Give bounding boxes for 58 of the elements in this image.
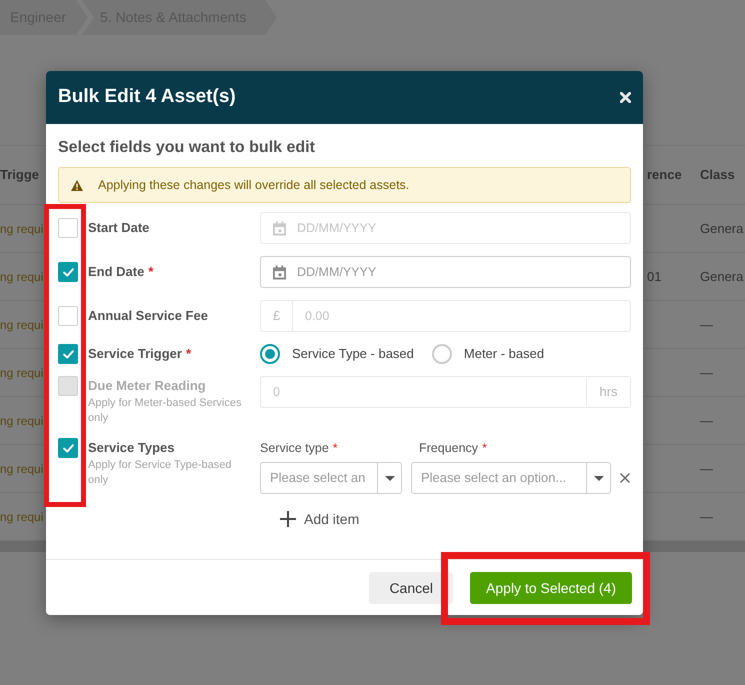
check-icon	[62, 268, 74, 276]
column-header: rence	[646, 167, 682, 182]
calendar-icon	[273, 264, 286, 280]
table-cell: —	[700, 508, 713, 524]
cancel-button[interactable]: Cancel	[369, 572, 454, 604]
table-cell: ng requi	[0, 366, 44, 380]
radio-button[interactable]	[260, 344, 280, 364]
column-label: Frequency *	[418, 440, 488, 457]
plus-icon	[280, 511, 296, 527]
table-cell: ng requi	[0, 222, 44, 236]
column-header: Trigge	[0, 167, 40, 182]
checkbox[interactable]	[58, 438, 78, 458]
field-label: Start Date	[88, 219, 150, 237]
close-icon[interactable]	[620, 473, 630, 483]
table-cell: —	[700, 460, 713, 476]
date-field[interactable]: DD/MM/YYYY	[260, 212, 631, 244]
field-label: Annual Service Fee	[88, 307, 209, 325]
checkbox[interactable]	[58, 344, 78, 364]
table-cell: 01	[647, 268, 662, 284]
dialog-title: Bulk Edit 4 Asset(s)	[58, 85, 236, 110]
table-cell: Genera	[700, 220, 744, 236]
table-cell: —	[700, 412, 713, 428]
check-icon	[62, 444, 74, 452]
table-cell: ng requi	[0, 510, 44, 524]
field-label: Service Trigger *	[88, 345, 192, 363]
checkbox[interactable]	[58, 262, 78, 282]
table-cell: —	[700, 316, 713, 332]
select-field[interactable]: Please select an option...	[411, 462, 611, 494]
radio-label[interactable]: Meter - based	[464, 344, 544, 364]
table-cell: —	[700, 364, 713, 380]
date-field[interactable]: DD/MM/YYYY	[260, 256, 631, 288]
currency-field[interactable]: £ 0.00	[260, 300, 631, 332]
table-cell: ng requi	[0, 462, 44, 476]
checkbox[interactable]	[58, 218, 78, 238]
table-cell: Genera	[700, 268, 744, 284]
select-field[interactable]: Please select an	[260, 462, 402, 494]
caret-icon	[384, 476, 394, 480]
alert-text: Applying these changes will override all selected assets.	[98, 176, 410, 194]
table-cell: ng requi	[0, 414, 44, 428]
add-item-button[interactable]: Add item	[280, 507, 360, 531]
field-hint: Apply for Service Type-based only	[88, 458, 232, 488]
table-cell: ng requi	[0, 270, 44, 284]
column-header: Class	[699, 167, 735, 182]
caret-icon	[594, 476, 604, 480]
submit-button[interactable]: Apply to Selected (4)	[470, 572, 632, 604]
table-cell: ng requi	[0, 318, 44, 332]
field-hint: Apply for Meter-based Services only	[88, 396, 242, 426]
radio-label[interactable]: Service Type - based	[292, 344, 414, 364]
field-label: End Date *	[88, 263, 154, 281]
checkbox[interactable]	[58, 306, 78, 326]
check-icon	[62, 350, 74, 358]
radio-button[interactable]	[432, 344, 452, 364]
warning-icon	[71, 180, 83, 190]
field-label: Service Types	[88, 439, 176, 457]
dialog-intro: Select fields you want to bulk edit	[58, 138, 316, 158]
field-label: Due Meter Reading	[88, 377, 207, 395]
calendar-icon	[273, 220, 286, 236]
column-label: Service type *	[260, 440, 339, 457]
